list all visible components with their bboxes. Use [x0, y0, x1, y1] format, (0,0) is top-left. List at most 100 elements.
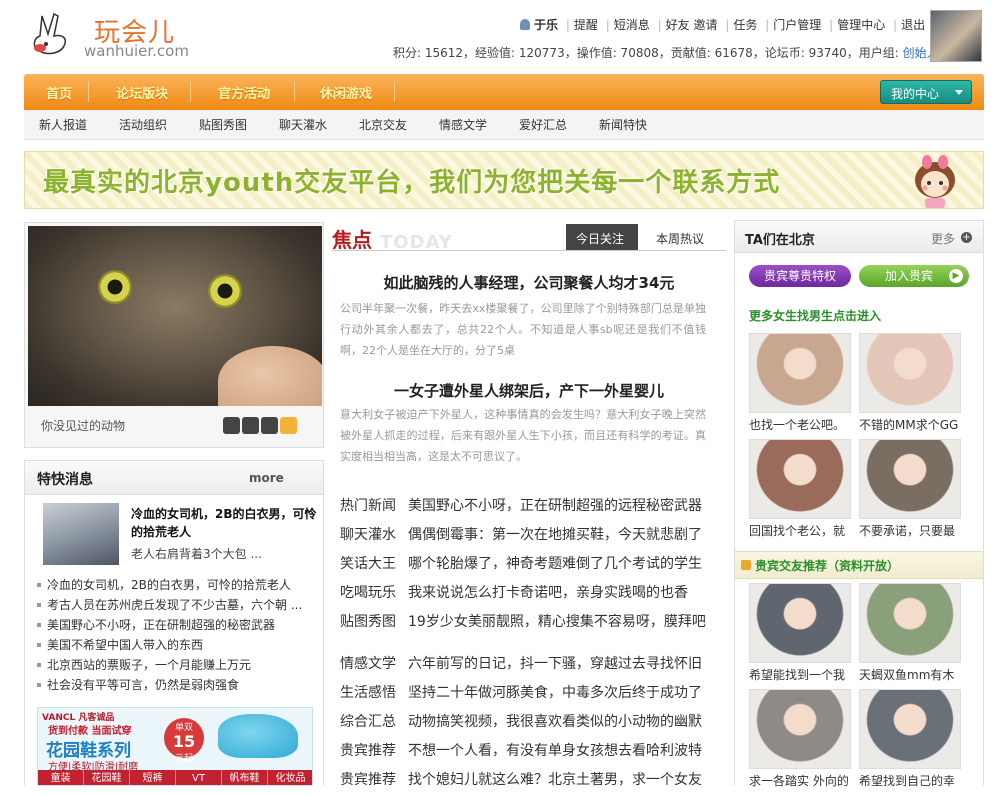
nav-games[interactable]: 休闲游戏: [320, 83, 372, 102]
vancl-ad[interactable]: VANCL 凡客诚品 货到付款 当面试穿 花园鞋系列 方便|柔软|防滑|耐磨 单…: [37, 707, 313, 786]
topic-title[interactable]: 美国野心不小呀，正在研制超强的远程秘密武器: [408, 498, 702, 514]
member-caption[interactable]: 不错的MM求个GG: [859, 416, 959, 433]
join-vip-button[interactable]: 加入贵宾 ▶: [859, 265, 969, 287]
member-caption[interactable]: 天蝎双鱼mm有木: [859, 666, 959, 683]
slideshow-caption[interactable]: 你没见过的动物: [41, 417, 125, 434]
member-caption[interactable]: 希望找到自己的幸: [859, 772, 959, 789]
topic-category[interactable]: 贵宾推荐: [340, 737, 408, 766]
topic-category[interactable]: 情感文学: [340, 650, 408, 679]
username-link[interactable]: 于乐: [534, 18, 558, 32]
list-item[interactable]: 考古人员在苏州虎丘发现了不少古墓，六个朝 ...: [35, 595, 319, 615]
site-logo[interactable]: 玩会儿 wanhuier.com: [28, 10, 208, 62]
member-card[interactable]: 希望找到自己的幸: [859, 689, 961, 789]
topic-category[interactable]: 聊天灌水: [340, 521, 408, 550]
avatar[interactable]: [930, 10, 982, 62]
topic-title[interactable]: 偶偶倒霉事：第一次在地摊买鞋，今天就悲剧了: [408, 527, 702, 543]
topic-category[interactable]: 笑话大王: [340, 550, 408, 579]
topic-title[interactable]: 六年前写的日记，抖一下骚，穿越过去寻找怀旧: [408, 656, 702, 672]
slide-dot-2[interactable]: [242, 417, 259, 434]
member-caption[interactable]: 希望能找到一个我: [749, 666, 849, 683]
member-caption[interactable]: 回国找个老公，就: [749, 522, 849, 539]
member-card[interactable]: 回国找个老公，就: [749, 439, 851, 539]
list-item[interactable]: 美国野心不小呀，正在研制超强的秘密武器: [35, 615, 319, 635]
tab-today[interactable]: 今日关注: [566, 224, 638, 250]
banner[interactable]: 最真实的北京youth交友平台，我们为您把关每一个联系方式: [24, 151, 984, 209]
story-headline[interactable]: 一女子遭外星人绑架后，产下一外星婴儿: [332, 380, 726, 401]
member-photo[interactable]: [859, 689, 961, 769]
nav-home[interactable]: 首页: [46, 83, 72, 102]
member-card[interactable]: 希望能找到一个我: [749, 583, 851, 683]
subnav-dating[interactable]: 北京交友: [359, 116, 407, 133]
member-card[interactable]: 天蝎双鱼mm有木: [859, 583, 961, 683]
nav-events[interactable]: 官方活动: [218, 83, 270, 102]
topic-category[interactable]: 贵宾推荐: [340, 766, 408, 795]
news-feature-thumbnail[interactable]: [43, 503, 119, 565]
news-more-link[interactable]: more: [249, 471, 284, 485]
slideshow-image[interactable]: [28, 226, 322, 406]
member-card[interactable]: 也找一个老公吧。: [749, 333, 851, 433]
topic-title[interactable]: 我来说说怎么打卡奇诺吧，亲身实践喝的也香: [408, 585, 688, 601]
topic-category[interactable]: 综合汇总: [340, 708, 408, 737]
subnav-photos[interactable]: 贴图秀图: [199, 116, 247, 133]
list-item[interactable]: 北京西站的票贩子，一个月能赚上万元: [35, 655, 319, 675]
ad-category[interactable]: VT: [176, 770, 222, 785]
sidebar-more-link[interactable]: 更多: [931, 230, 955, 247]
news-feature-title[interactable]: 冷血的女司机，2B的白衣男，可怜的拾荒老人: [131, 505, 319, 541]
member-photo[interactable]: [859, 333, 961, 413]
member-card[interactable]: 不错的MM求个GG: [859, 333, 961, 433]
topic-title[interactable]: 19岁少女美丽靓照，精心搜集不容易呀，膜拜吧: [408, 614, 706, 630]
topic-category[interactable]: 热门新闻: [340, 492, 408, 521]
logout-link[interactable]: 退出: [901, 18, 925, 32]
member-photo[interactable]: [859, 583, 961, 663]
vip-recommend-title[interactable]: 贵宾交友推荐（资料开放）: [755, 557, 899, 574]
more-girls-link[interactable]: 更多女生找男生点击进入: [749, 307, 881, 324]
list-item[interactable]: 社会没有平等可言，仍然是弱肉强食: [35, 675, 319, 695]
member-photo[interactable]: [749, 439, 851, 519]
member-caption[interactable]: 求一各踏实 外向的: [749, 772, 849, 789]
topic-title[interactable]: 坚持二十年做河豚美食，中毒多次后终于成功了: [408, 685, 702, 701]
my-center-dropdown[interactable]: 我的中心: [880, 80, 972, 104]
topic-title[interactable]: 哪个轮胎爆了，神奇考题难倒了几个考试的学生: [408, 556, 702, 572]
slide-dot-3[interactable]: [261, 417, 278, 434]
admin-center-link[interactable]: 管理中心: [837, 18, 885, 32]
member-photo[interactable]: [859, 439, 961, 519]
plus-icon[interactable]: +: [961, 232, 972, 243]
slide-dot-4[interactable]: [280, 417, 297, 434]
slide-dot-1[interactable]: [223, 417, 240, 434]
ad-category[interactable]: 花园鞋: [84, 770, 130, 785]
tab-this-week[interactable]: 本周热议: [648, 224, 720, 250]
member-card[interactable]: 不要承诺，只要最: [859, 439, 961, 539]
vip-privileges-button[interactable]: 贵宾尊贵特权: [749, 265, 851, 287]
member-photo[interactable]: [749, 333, 851, 413]
ad-category[interactable]: 化妆品: [268, 770, 312, 785]
member-caption[interactable]: 也找一个老公吧。: [749, 416, 849, 433]
member-photo[interactable]: [749, 689, 851, 769]
topic-category[interactable]: 贴图秀图: [340, 608, 408, 637]
topic-title[interactable]: 找个媳妇儿就这么难？北京土著男，求一个女友: [408, 772, 702, 788]
list-item[interactable]: 冷血的女司机，2B的白衣男，可怜的拾荒老人: [35, 575, 319, 595]
reminder-link[interactable]: 提醒: [574, 18, 598, 32]
member-photo[interactable]: [749, 583, 851, 663]
topic-title[interactable]: 不想一个人看，有没有单身女孩想去看哈利波特: [408, 743, 702, 759]
portal-admin-link[interactable]: 门户管理: [773, 18, 821, 32]
ad-category[interactable]: 短裤: [130, 770, 176, 785]
subnav-newbie[interactable]: 新人报道: [39, 116, 87, 133]
friends-link[interactable]: 好友: [666, 18, 690, 32]
topic-category[interactable]: 生活感悟: [340, 679, 408, 708]
nav-forums[interactable]: 论坛版块: [116, 83, 168, 102]
ad-category[interactable]: 童装: [38, 770, 84, 785]
subnav-activities[interactable]: 活动组织: [119, 116, 167, 133]
subnav-chat[interactable]: 聊天灌水: [279, 116, 327, 133]
tasks-link[interactable]: 任务: [733, 18, 757, 32]
ad-category[interactable]: 帆布鞋: [222, 770, 268, 785]
member-card[interactable]: 求一各踏实 外向的: [749, 689, 851, 789]
topic-category[interactable]: 吃喝玩乐: [340, 579, 408, 608]
invite-link[interactable]: 邀请: [694, 18, 718, 32]
list-item[interactable]: 美国不希望中国人带入的东西: [35, 635, 319, 655]
messages-link[interactable]: 短消息: [614, 18, 650, 32]
story-headline[interactable]: 如此脑残的人事经理，公司聚餐人均才34元: [332, 272, 726, 293]
subnav-literature[interactable]: 情感文学: [439, 116, 487, 133]
topic-title[interactable]: 动物搞笑视频，我很喜欢看类似的小动物的幽默: [408, 714, 702, 730]
member-caption[interactable]: 不要承诺，只要最: [859, 522, 959, 539]
subnav-hobbies[interactable]: 爱好汇总: [519, 116, 567, 133]
